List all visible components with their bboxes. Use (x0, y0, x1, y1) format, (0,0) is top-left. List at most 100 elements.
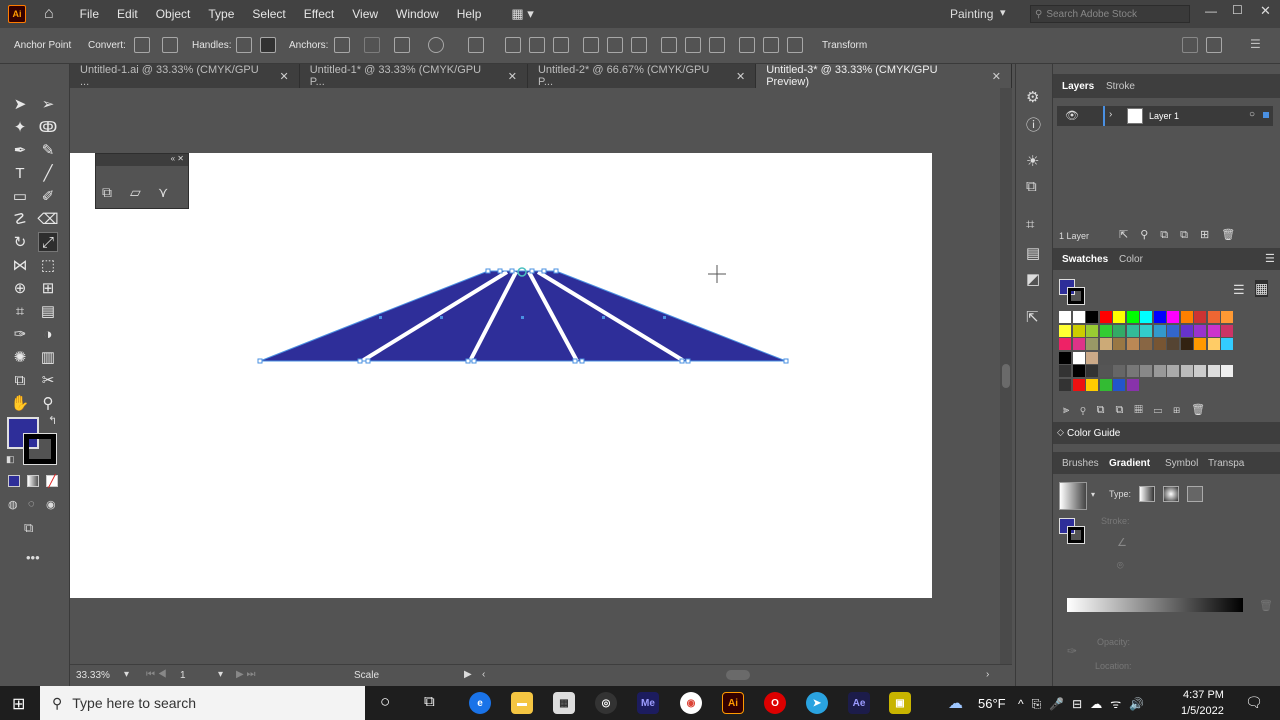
scroll-thumb[interactable] (1002, 364, 1010, 388)
color-swatch[interactable] (1221, 311, 1233, 323)
color-swatch[interactable] (1059, 338, 1071, 350)
color-swatch[interactable] (1086, 378, 1098, 391)
delete-stop-icon[interactable]: 🗑 (1259, 599, 1273, 612)
vertical-scrollbar[interactable] (1000, 88, 1012, 664)
artboard-next-icon[interactable]: ▶ ⏭ (236, 669, 255, 680)
tab-transparency[interactable]: Transpa (1208, 458, 1244, 469)
color-swatch[interactable] (1194, 324, 1206, 337)
color-swatch[interactable] (1072, 324, 1085, 337)
color-swatch[interactable] (1153, 338, 1166, 350)
file-explorer-icon[interactable]: ▬ (511, 692, 533, 714)
illustrator-icon[interactable]: Ai (722, 692, 744, 714)
swatch-stroke[interactable] (1067, 287, 1085, 305)
color-swatch[interactable] (1153, 365, 1166, 377)
color-swatch[interactable] (1099, 365, 1112, 377)
color-swatch[interactable] (1194, 365, 1206, 377)
color-swatch[interactable] (1140, 365, 1152, 377)
weather-icon[interactable]: ☁ (948, 694, 963, 712)
color-swatch[interactable] (1086, 351, 1098, 364)
color-swatch[interactable] (1059, 365, 1071, 377)
tab-symbol[interactable]: Symbol (1165, 458, 1198, 469)
color-swatch[interactable] (1072, 365, 1085, 377)
align-icon[interactable]: ▤ (1026, 244, 1040, 262)
color-swatch[interactable] (1086, 324, 1098, 337)
color-swatch[interactable] (1140, 338, 1152, 350)
color-swatch[interactable] (1072, 338, 1085, 350)
horizontal-scroll-thumb[interactable] (726, 670, 750, 680)
color-swatch[interactable] (1072, 378, 1085, 391)
artboard-prev-icon[interactable]: ⏮ ◀ (146, 669, 167, 680)
gradient-preview[interactable] (1059, 482, 1087, 510)
cortana-icon[interactable]: ○ (380, 692, 390, 712)
opera-icon[interactable]: O (764, 692, 786, 714)
color-swatch[interactable] (1126, 311, 1139, 323)
visibility-eye-icon[interactable]: 👁 (1065, 109, 1079, 122)
color-swatch[interactable] (1086, 338, 1098, 350)
gradient-stroke-swatch[interactable] (1067, 526, 1085, 544)
color-swatch[interactable] (1140, 324, 1152, 337)
store-icon[interactable]: ▦ (553, 692, 575, 714)
color-swatch[interactable] (1086, 311, 1098, 323)
weather-temp[interactable]: 56°F (978, 696, 1006, 711)
tray-icons[interactable]: ^⎘🎤⊟☁ᯤ🔊 (1018, 695, 1152, 712)
windows-start-icon[interactable]: ⊞ (12, 694, 25, 714)
color-swatch[interactable] (1140, 311, 1152, 323)
color-swatch[interactable] (1167, 365, 1179, 377)
color-swatch[interactable] (1113, 378, 1125, 391)
artboard-number[interactable]: 1 (180, 670, 186, 681)
color-swatch[interactable] (1207, 311, 1220, 323)
target-icon[interactable]: ○ (1249, 109, 1255, 120)
gradient-dropdown-icon[interactable]: ▾ (1091, 490, 1095, 499)
after-effects-icon[interactable]: Ae (848, 692, 870, 714)
zoom-dropdown-icon[interactable]: ▾ (124, 669, 129, 680)
color-swatch[interactable] (1072, 311, 1085, 323)
eyedropper-icon[interactable]: ✑ (1067, 644, 1077, 658)
tab-stroke[interactable]: Stroke (1106, 81, 1135, 92)
status-menu-icon[interactable]: ▶ (464, 669, 472, 680)
color-swatch[interactable] (1099, 324, 1112, 337)
color-swatch[interactable] (1059, 378, 1071, 391)
color-swatch[interactable] (1059, 311, 1071, 323)
gradient-slider[interactable] (1067, 598, 1243, 612)
color-swatch[interactable] (1153, 324, 1166, 337)
color-swatch[interactable] (1113, 365, 1125, 377)
transform-icon[interactable]: ⌗ (1026, 216, 1034, 233)
color-swatch[interactable] (1221, 338, 1233, 350)
pathfinder-icon[interactable]: ◩ (1026, 270, 1040, 288)
properties-icon[interactable]: ⚙ (1026, 88, 1039, 106)
chrome-icon[interactable]: ◉ (680, 692, 702, 714)
panel-menu-icon[interactable]: ☰ (1265, 252, 1275, 265)
color-swatch[interactable] (1194, 338, 1206, 350)
color-swatch[interactable] (1072, 351, 1085, 364)
edge-icon[interactable]: e (469, 692, 491, 714)
graphic-styles-icon[interactable]: ⧉ (1026, 178, 1037, 195)
freeform-gradient-button[interactable] (1187, 486, 1203, 502)
list-view-icon[interactable]: ☰ (1233, 282, 1245, 298)
radial-gradient-button[interactable] (1163, 486, 1179, 502)
scroll-right-icon[interactable]: › (986, 669, 989, 680)
color-swatch[interactable] (1167, 338, 1179, 350)
color-swatch[interactable] (1099, 311, 1112, 323)
grid-view-icon[interactable]: ▦ (1255, 280, 1269, 297)
layer-actions-icons[interactable]: ⇱⚲⧉⧉⊞🗑 (1119, 228, 1247, 242)
color-swatch[interactable] (1167, 311, 1179, 323)
color-swatch[interactable] (1180, 365, 1193, 377)
color-swatch[interactable] (1059, 324, 1071, 337)
scroll-left-icon[interactable]: ‹ (482, 669, 485, 680)
tab-color[interactable]: Color (1119, 254, 1143, 265)
selected-artwork[interactable] (257, 267, 789, 364)
color-swatch[interactable] (1099, 378, 1112, 391)
color-swatch[interactable] (1126, 365, 1139, 377)
expand-chevron-icon[interactable]: › (1109, 109, 1112, 120)
collapse-icon[interactable]: ◇ (1057, 427, 1064, 438)
media-encoder-icon[interactable]: Me (637, 692, 659, 714)
info-icon[interactable]: ⓘ (1026, 114, 1041, 135)
color-swatch[interactable] (1207, 365, 1220, 377)
tab-layers[interactable]: Layers (1062, 81, 1094, 92)
color-swatch[interactable] (1059, 351, 1071, 364)
color-swatch[interactable] (1221, 324, 1233, 337)
taskbar-search-input[interactable]: ⚲ Type here to search (40, 686, 365, 720)
color-guide-label[interactable]: Color Guide (1067, 428, 1120, 439)
color-swatch[interactable] (1167, 324, 1179, 337)
color-swatch[interactable] (1086, 365, 1098, 377)
